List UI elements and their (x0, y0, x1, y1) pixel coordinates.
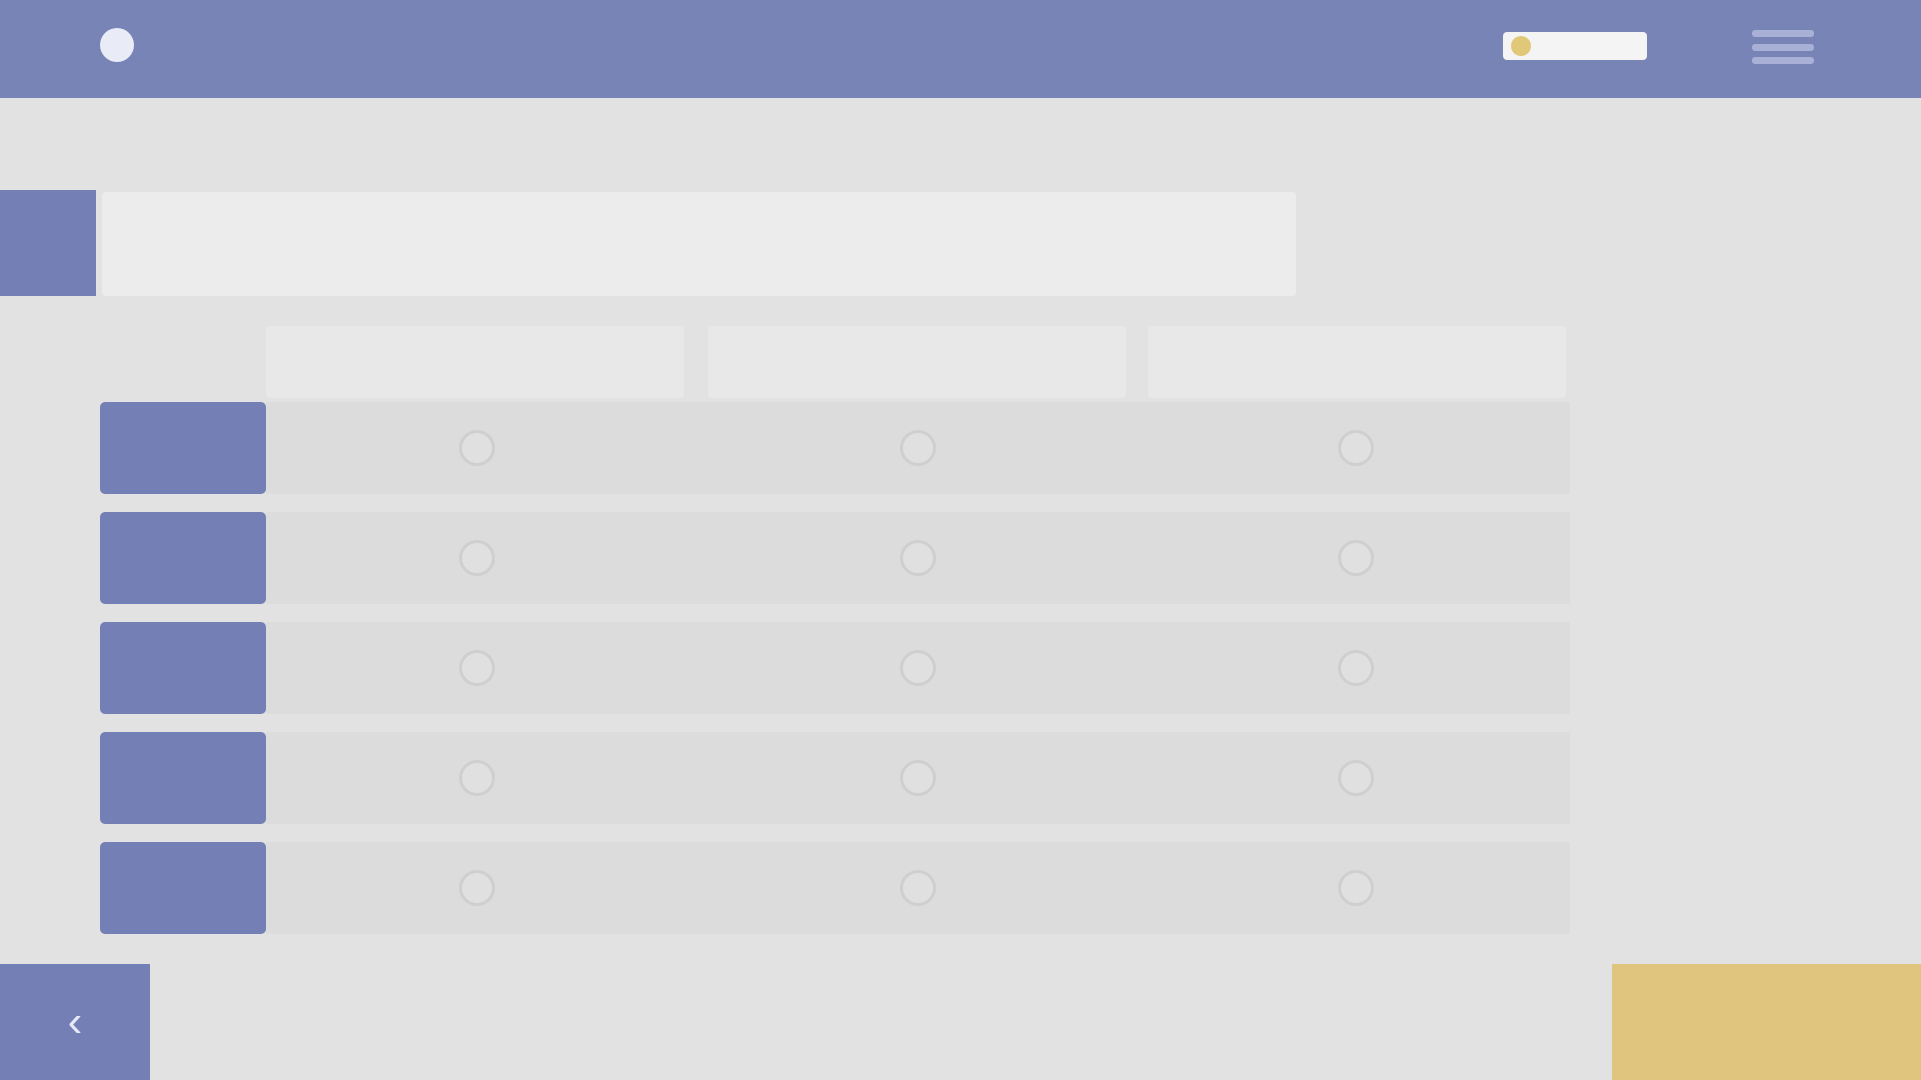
option-radio[interactable] (900, 760, 936, 796)
row-label (100, 732, 266, 824)
table-row (100, 622, 1570, 714)
menu-line (1752, 57, 1814, 64)
option-radio[interactable] (900, 430, 936, 466)
column-header-3 (1148, 326, 1566, 398)
option-radio[interactable] (459, 760, 495, 796)
option-radio[interactable] (459, 650, 495, 686)
option-radio[interactable] (900, 870, 936, 906)
option-radio[interactable] (1338, 540, 1374, 576)
option-radio[interactable] (459, 430, 495, 466)
table-row (100, 732, 1570, 824)
row-label (100, 512, 266, 604)
top-navigation-bar (0, 0, 1921, 98)
brand-logo-icon (100, 28, 134, 62)
row-label (100, 842, 266, 934)
column-header-2 (708, 326, 1126, 398)
option-radio[interactable] (1338, 760, 1374, 796)
option-radio[interactable] (1338, 650, 1374, 686)
menu-line (1752, 43, 1814, 51)
option-radio[interactable] (900, 540, 936, 576)
option-radio[interactable] (1338, 430, 1374, 466)
menu-line (1752, 30, 1814, 37)
previous-button[interactable]: ‹ (0, 964, 150, 1080)
chevron-left-icon: ‹ (67, 997, 83, 1046)
progress-dot-icon (1511, 36, 1531, 56)
progress-pill (1503, 32, 1647, 60)
column-header-1 (266, 326, 684, 398)
option-radio[interactable] (459, 540, 495, 576)
option-radio[interactable] (459, 870, 495, 906)
option-radio[interactable] (1338, 870, 1374, 906)
row-label (100, 402, 266, 494)
submit-button[interactable] (1612, 964, 1921, 1080)
table-row (100, 842, 1570, 934)
brand[interactable] (100, 28, 148, 62)
option-radio[interactable] (900, 650, 936, 686)
table-row (100, 512, 1570, 604)
question-number (0, 190, 96, 296)
hamburger-menu-icon[interactable] (1752, 30, 1814, 64)
row-label (100, 622, 266, 714)
question-prompt (102, 192, 1296, 296)
table-row (100, 402, 1570, 494)
